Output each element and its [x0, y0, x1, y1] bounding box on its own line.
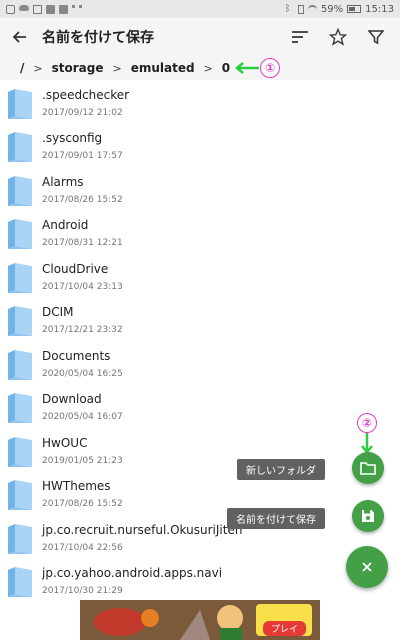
- list-item[interactable]: HWThemes 2017/08/26 15:52: [0, 474, 400, 518]
- file-date: 2017/09/01 17:57: [42, 151, 123, 162]
- ad-banner[interactable]: プレイ: [80, 600, 320, 640]
- file-date: 2017/08/26 15:52: [42, 499, 123, 510]
- battery-percent: 59%: [320, 3, 344, 15]
- file-name: DCIM: [42, 305, 74, 320]
- vibrate-icon: [297, 4, 304, 14]
- more-icon: [72, 4, 82, 8]
- breadcrumb-separator: >: [33, 61, 43, 75]
- file-name: CloudDrive: [42, 261, 109, 276]
- new-folder-label[interactable]: 新しいフォルダ: [237, 459, 325, 480]
- filter-icon: [368, 30, 384, 45]
- battery-icon: [347, 5, 362, 13]
- floppy-icon: [362, 510, 374, 522]
- favorite-button[interactable]: [322, 21, 354, 53]
- arrow-left-icon: [12, 31, 26, 43]
- save-button[interactable]: [352, 500, 384, 532]
- wifi-icon: [307, 4, 317, 14]
- folder-icon: [8, 567, 32, 598]
- toolbar: 名前を付けて保存: [0, 18, 400, 56]
- breadcrumb: / > storage > emulated > 0 ①: [0, 56, 400, 80]
- folder-icon: [8, 306, 32, 337]
- close-icon: [362, 562, 372, 572]
- breadcrumb-separator: >: [203, 61, 213, 75]
- arrow-left-annotation-icon: [235, 62, 260, 74]
- list-item[interactable]: jp.co.recruit.nurseful.OkusuriJiten 2017/…: [0, 517, 400, 561]
- folder-icon: [8, 175, 32, 206]
- close-fab-button[interactable]: [346, 546, 388, 588]
- breadcrumb-storage[interactable]: storage: [52, 61, 104, 75]
- file-date: 2017/10/04 22:56: [42, 542, 123, 553]
- file-name: .speedchecker: [42, 87, 130, 102]
- list-item[interactable]: Alarms 2017/08/26 15:52: [0, 169, 400, 213]
- file-name: Android: [42, 218, 89, 233]
- list-item[interactable]: CloudDrive 2017/10/04 23:13: [0, 256, 400, 300]
- file-date: 2017/08/31 12:21: [42, 238, 123, 249]
- page-title: 名前を付けて保存: [42, 30, 154, 46]
- file-name: Download: [42, 392, 102, 407]
- image-icon: [33, 4, 42, 14]
- breadcrumb-emulated[interactable]: emulated: [131, 61, 195, 75]
- file-name: jp.co.yahoo.android.apps.navi: [42, 566, 223, 581]
- file-date: 2020/05/04 16:25: [42, 368, 123, 379]
- file-list: .speedchecker 2017/09/12 21:02 .sysconfig 2…: [0, 82, 400, 604]
- star-outline-icon: [329, 28, 347, 46]
- folder-icon: [8, 393, 32, 424]
- sort-button[interactable]: [284, 21, 316, 53]
- breadcrumb-separator: >: [112, 61, 122, 75]
- file-date: 2017/12/21 23:32: [42, 325, 123, 336]
- back-button[interactable]: [0, 18, 40, 56]
- notification-icons: [6, 4, 82, 14]
- list-item[interactable]: .speedchecker 2017/09/12 21:02: [0, 82, 400, 126]
- list-item[interactable]: Download 2020/05/04 16:07: [0, 387, 400, 431]
- file-name: .sysconfig: [42, 131, 103, 146]
- list-item[interactable]: Documents 2020/05/04 16:25: [0, 343, 400, 387]
- ad-play-button[interactable]: プレイ: [262, 621, 306, 636]
- file-name: Alarms: [42, 174, 84, 189]
- annotation-2: ②: [357, 413, 377, 455]
- bluetooth-icon: ᛒ: [284, 3, 291, 14]
- annotation-marker-2: ②: [357, 413, 377, 433]
- chat-icon: [6, 4, 15, 14]
- folder-icon: [8, 132, 32, 163]
- clock: 15:13: [365, 3, 394, 15]
- file-name: HwOUC: [42, 435, 88, 450]
- new-folder-button[interactable]: [352, 452, 384, 484]
- folder-icon: [8, 349, 32, 380]
- annotation-marker-1: ①: [260, 58, 281, 78]
- status-bar: ᛒ 59% 15:13: [0, 0, 400, 18]
- folder-outline-icon: [360, 462, 376, 475]
- file-date: 2019/01/05 21:23: [42, 455, 123, 466]
- app-icon: [46, 4, 55, 14]
- folder-icon: [8, 523, 32, 554]
- list-item[interactable]: jp.co.yahoo.android.apps.navi 2017/10/30 …: [0, 561, 400, 605]
- file-date: 2020/05/04 16:07: [42, 412, 123, 423]
- file-date: 2017/09/12 21:02: [42, 107, 123, 118]
- file-date: 2017/10/04 23:13: [42, 281, 123, 292]
- file-name: Documents: [42, 348, 111, 363]
- cloud-icon: [19, 4, 29, 11]
- list-item[interactable]: Android 2017/08/31 12:21: [0, 213, 400, 257]
- save-as-label[interactable]: 名前を付けて保存: [227, 508, 325, 529]
- filter-button[interactable]: [360, 21, 392, 53]
- list-item[interactable]: HwOUC 2019/01/05 21:23: [0, 430, 400, 474]
- folder-icon: [8, 480, 32, 511]
- file-date: 2017/10/30 21:29: [42, 586, 123, 597]
- list-item[interactable]: .sysconfig 2017/09/01 17:57: [0, 126, 400, 170]
- file-name: jp.co.recruit.nurseful.OkusuriJiten: [42, 522, 243, 537]
- file-date: 2017/08/26 15:52: [42, 194, 123, 205]
- folder-icon: [8, 219, 32, 250]
- breadcrumb-current[interactable]: 0: [222, 61, 230, 75]
- annotation-1: ①: [234, 58, 281, 78]
- list-item[interactable]: DCIM 2017/12/21 23:32: [0, 300, 400, 344]
- folder-icon: [8, 262, 32, 293]
- folder-icon: [8, 88, 32, 119]
- breadcrumb-root[interactable]: /: [20, 61, 24, 75]
- app-icon: [59, 4, 68, 14]
- folder-icon: [8, 436, 32, 467]
- sort-icon: [292, 31, 308, 43]
- file-name: HWThemes: [42, 479, 111, 494]
